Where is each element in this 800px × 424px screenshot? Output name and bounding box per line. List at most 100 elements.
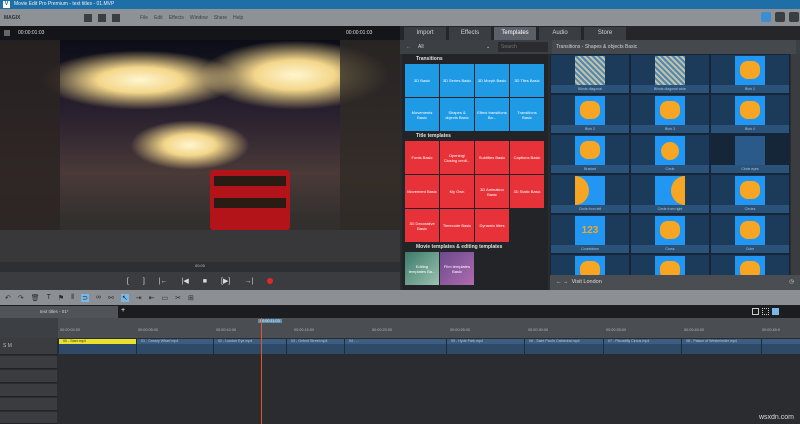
chevron-down-icon[interactable]: ⌄ (486, 44, 498, 50)
menu-help[interactable]: Help (233, 15, 243, 21)
shape-template-item[interactable]: Circle from left (550, 174, 630, 214)
shape-template-item[interactable]: Blob 3 (630, 94, 710, 134)
shape-template-item[interactable] (550, 254, 630, 275)
new-file-icon[interactable] (84, 13, 92, 22)
shape-template-item[interactable]: Bracket (550, 134, 630, 174)
record-disc-icon[interactable] (775, 12, 785, 22)
shape-template-item[interactable]: Circle from right (630, 174, 710, 214)
tab-effects[interactable]: Effects (449, 27, 491, 40)
template-tile[interactable]: Opening/ Closing credi... (440, 141, 474, 174)
forward-arrow-icon[interactable]: → (563, 279, 569, 285)
menu-icon[interactable] (4, 30, 10, 36)
upload-icon[interactable] (789, 12, 799, 22)
template-tile[interactable]: 3D Animation Basic (475, 175, 509, 208)
template-tile[interactable]: 3D Basic (405, 64, 439, 97)
prev-marker-button[interactable]: |← (159, 278, 168, 285)
timeline-clip[interactable]: 08 - Palace of Westminster.mp4 (681, 339, 761, 354)
shape-template-item[interactable]: Blob 2 (550, 94, 630, 134)
scrub-bar[interactable]: 00:00 (0, 262, 400, 272)
magnet-icon[interactable]: ⊃ (81, 293, 90, 302)
template-tile[interactable]: 3D Morph Basic (475, 64, 509, 97)
jump-start-button[interactable]: |◀ (182, 277, 189, 285)
back-arrow-icon[interactable]: ← (556, 279, 562, 285)
template-tile[interactable]: Film templates Basic (440, 252, 474, 285)
record-button[interactable] (267, 278, 274, 284)
template-tile[interactable]: Dynamic titles (475, 209, 509, 242)
open-folder-icon[interactable] (98, 13, 106, 22)
menu-window[interactable]: Window (190, 15, 208, 21)
playhead[interactable] (261, 318, 262, 424)
timeline-clip[interactable]: 02 - London Eye.mp4 (213, 339, 286, 354)
template-tile[interactable]: Movement Basic (405, 175, 439, 208)
clock-icon[interactable]: ◷ (789, 275, 794, 290)
template-tile[interactable]: 3D Tiles Basic (510, 64, 544, 97)
back-arrow-icon[interactable]: ← (406, 44, 418, 50)
title-icon[interactable]: T (47, 294, 51, 301)
shape-template-item[interactable] (630, 254, 710, 275)
template-tile[interactable]: Subtitles Basic (475, 141, 509, 174)
save-icon[interactable] (112, 13, 120, 22)
category-select[interactable]: All (418, 44, 486, 50)
menu-edit[interactable]: Edit (154, 15, 163, 21)
template-tile[interactable]: 3D Static Basic (510, 175, 544, 208)
next-marker-button[interactable]: →| (244, 278, 253, 285)
template-tile[interactable]: Shapes & objects Basic (440, 98, 474, 131)
menu-share[interactable]: Share (214, 15, 227, 21)
shape-template-item[interactable]: Circle (630, 134, 710, 174)
link-icon[interactable]: ∞ (96, 294, 101, 301)
stop-button[interactable]: ■ (203, 278, 207, 285)
timeline-clip[interactable] (761, 339, 800, 354)
template-tile[interactable]: My Own (440, 175, 474, 208)
timeline-ruler[interactable]: 00:00:00:00 00:00:05:00 00:00:10:00 00:00:1… (0, 318, 800, 338)
timeline-view-icon[interactable] (772, 308, 779, 315)
timeline-clip[interactable]: 04 - ... (344, 339, 446, 354)
menu-file[interactable]: File (140, 15, 148, 21)
scrollbar[interactable] (791, 54, 800, 275)
template-tile[interactable]: 3D Series Basic (440, 64, 474, 97)
shape-template-item[interactable]: Circle eyes (710, 134, 790, 174)
fit-icon[interactable]: ⊞ (188, 294, 194, 302)
mark-in-button[interactable]: [ (127, 278, 129, 285)
template-tile[interactable]: Transitions Basic (510, 98, 544, 131)
shape-template-item[interactable]: Cross (630, 214, 710, 254)
section-movie-templates[interactable]: Movie templates & editing templates (402, 242, 548, 252)
redo-icon[interactable]: ↷ (18, 294, 24, 302)
section-title-templates[interactable]: Title templates (402, 131, 548, 141)
project-tab[interactable]: text titles - 01* (0, 306, 118, 318)
shape-template-item[interactable]: Blinds diagonal wide (630, 54, 710, 94)
mode-button[interactable] (761, 12, 771, 22)
tab-store[interactable]: Store (584, 27, 626, 40)
shape-template-item[interactable]: Blob 1 (710, 54, 790, 94)
menu-effects[interactable]: Effects (169, 15, 184, 21)
timeline-clip[interactable]: 03 - Oxford Street.mp4 (286, 339, 344, 354)
delete-icon[interactable]: 🗑 (31, 294, 40, 302)
template-tile[interactable]: Captions Basic (510, 141, 544, 174)
add-tab-icon[interactable]: + (121, 307, 125, 314)
split-icon[interactable]: ⫴ (71, 294, 74, 302)
template-tile[interactable]: Editing templates Ba... (405, 252, 439, 285)
template-tile[interactable]: Fonts Basic (405, 141, 439, 174)
section-transitions[interactable]: Transitions (402, 54, 548, 64)
storyboard-icon[interactable] (762, 308, 769, 315)
play-button[interactable]: [▶] (221, 277, 230, 285)
monitor-icon[interactable]: ▭ (162, 294, 169, 302)
template-tile[interactable]: Movements Basic (405, 98, 439, 131)
shape-template-item[interactable]: Cube (710, 214, 790, 254)
cut-icon[interactable]: ✂ (175, 294, 181, 302)
tab-import[interactable]: Import (404, 27, 446, 40)
timeline-clip[interactable]: 01 - Canary Wharf.mp4 (136, 339, 213, 354)
template-tile[interactable]: Effect transitions Ba... (475, 98, 509, 131)
single-view-icon[interactable] (752, 308, 759, 315)
tab-templates[interactable]: Templates (494, 27, 536, 40)
shape-template-item[interactable]: Blob 4 (710, 94, 790, 134)
search-input[interactable] (498, 42, 548, 52)
shape-template-item[interactable]: 123 Countdown (550, 214, 630, 254)
marker-icon[interactable]: ⚑ (58, 294, 64, 302)
mark-out-button[interactable]: ] (143, 278, 145, 285)
timeline-clip[interactable]: 00 - Start.mp4 (58, 339, 136, 354)
range-icon[interactable]: ⇤ (149, 294, 155, 302)
timeline-clip[interactable]: 05 - Hyde Park.mp4 (446, 339, 524, 354)
pointer-icon[interactable]: ↖ (120, 293, 129, 302)
tab-audio[interactable]: Audio (539, 27, 581, 40)
shape-template-item[interactable]: Blinds diagonal (550, 54, 630, 94)
